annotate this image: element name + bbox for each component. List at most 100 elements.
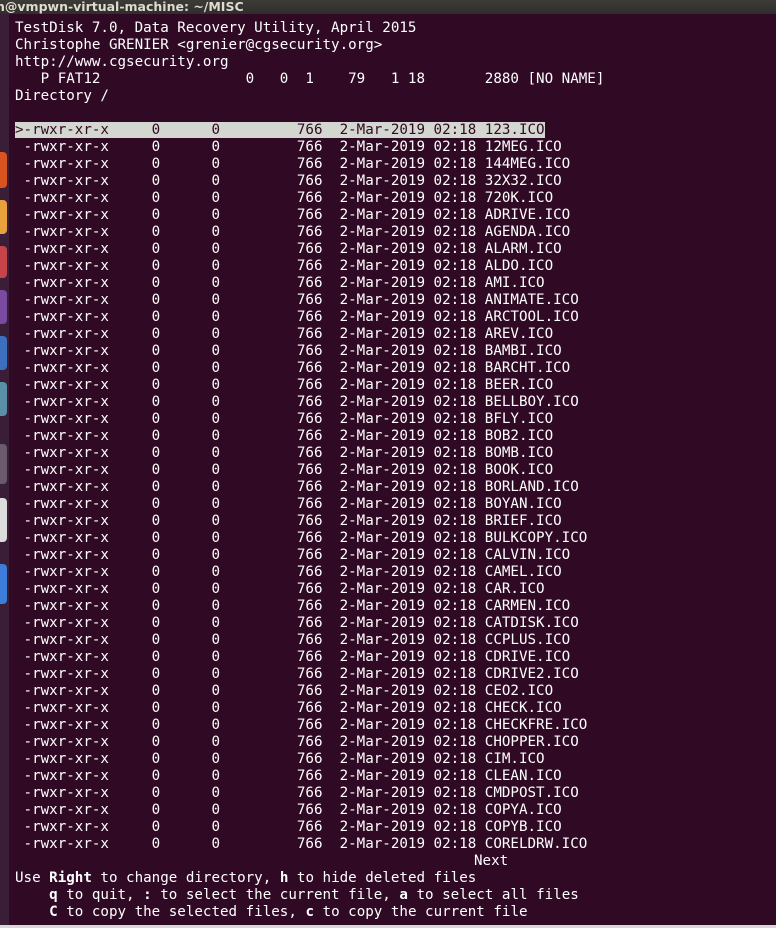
file-entry: -rwxr-xr-x 0 0 766 2-Mar-2019 02:18 ARCT… <box>15 309 579 325</box>
file-entry: -rwxr-xr-x 0 0 766 2-Mar-2019 02:18 BRIE… <box>15 513 562 529</box>
file-row[interactable]: -rwxr-xr-x 0 0 766 2-Mar-2019 02:18 BAMB… <box>15 343 562 360</box>
launcher-app-icon-3[interactable] <box>0 246 7 278</box>
file-entry: -rwxr-xr-x 0 0 766 2-Mar-2019 02:18 CMDP… <box>15 785 579 801</box>
file-row[interactable]: -rwxr-xr-x 0 0 766 2-Mar-2019 02:18 BULK… <box>15 530 588 547</box>
file-row[interactable]: -rwxr-xr-x 0 0 766 2-Mar-2019 02:18 CLEA… <box>15 768 562 785</box>
launcher-app-icon-5[interactable] <box>0 336 7 370</box>
file-entry: -rwxr-xr-x 0 0 766 2-Mar-2019 02:18 AREV… <box>15 326 554 342</box>
file-entry: -rwxr-xr-x 0 0 766 2-Mar-2019 02:18 COPY… <box>15 819 562 835</box>
file-row[interactable]: -rwxr-xr-x 0 0 766 2-Mar-2019 02:18 ALAR… <box>15 241 562 258</box>
file-row[interactable]: -rwxr-xr-x 0 0 766 2-Mar-2019 02:18 CMDP… <box>15 785 579 802</box>
file-row[interactable]: -rwxr-xr-x 0 0 766 2-Mar-2019 02:18 BELL… <box>15 394 579 411</box>
file-row[interactable]: -rwxr-xr-x 0 0 766 2-Mar-2019 02:18 CHOP… <box>15 734 579 751</box>
file-row[interactable]: -rwxr-xr-x 0 0 766 2-Mar-2019 02:18 AGEN… <box>15 224 571 241</box>
file-row[interactable]: -rwxr-xr-x 0 0 766 2-Mar-2019 02:18 COPY… <box>15 802 562 819</box>
file-row[interactable]: -rwxr-xr-x 0 0 766 2-Mar-2019 02:18 BORL… <box>15 479 579 496</box>
shortcut-key: q <box>49 887 58 903</box>
file-entry: -rwxr-xr-x 0 0 766 2-Mar-2019 02:18 12ME… <box>15 139 562 155</box>
file-entry: -rwxr-xr-x 0 0 766 2-Mar-2019 02:18 BULK… <box>15 530 588 546</box>
author-line: Christophe GRENIER <grenier@cgsecurity.o… <box>15 37 383 53</box>
website-line: http://www.cgsecurity.org <box>15 54 229 70</box>
file-row[interactable]: -rwxr-xr-x 0 0 766 2-Mar-2019 02:18 CAME… <box>15 564 562 581</box>
file-row[interactable]: -rwxr-xr-x 0 0 766 2-Mar-2019 02:18 CDRI… <box>15 666 579 683</box>
file-entry: -rwxr-xr-x 0 0 766 2-Mar-2019 02:18 CATD… <box>15 615 579 631</box>
file-entry: -rwxr-xr-x 0 0 766 2-Mar-2019 02:18 144M… <box>15 156 571 172</box>
partition-info: P FAT12 0 0 1 79 1 18 2880 [NO NAME] <box>15 71 605 87</box>
shortcut-key: a <box>399 887 408 903</box>
file-row[interactable]: -rwxr-xr-x 0 0 766 2-Mar-2019 02:18 CDRI… <box>15 649 571 666</box>
file-row[interactable]: >-rwxr-xr-x 0 0 766 2-Mar-2019 02:18 123… <box>15 122 545 139</box>
file-entry: -rwxr-xr-x 0 0 766 2-Mar-2019 02:18 CORE… <box>15 836 588 852</box>
file-row[interactable]: -rwxr-xr-x 0 0 766 2-Mar-2019 02:18 BEER… <box>15 377 554 394</box>
terminal-window[interactable]: TestDisk 7.0, Data Recovery Utility, Apr… <box>9 14 776 925</box>
file-entry: -rwxr-xr-x 0 0 766 2-Mar-2019 02:18 CIM.… <box>15 751 545 767</box>
file-entry: -rwxr-xr-x 0 0 766 2-Mar-2019 02:18 CLEA… <box>15 768 562 784</box>
testdisk-title: TestDisk 7.0, Data Recovery Utility, Apr… <box>15 20 417 36</box>
unity-launcher <box>0 14 9 928</box>
file-entry: -rwxr-xr-x 0 0 766 2-Mar-2019 02:18 BOB2… <box>15 428 554 444</box>
file-entry: -rwxr-xr-x 0 0 766 2-Mar-2019 02:18 CDRI… <box>15 649 571 665</box>
launcher-app-icon-8[interactable] <box>0 564 7 604</box>
file-entry: -rwxr-xr-x 0 0 766 2-Mar-2019 02:18 CEO2… <box>15 683 554 699</box>
file-entry: -rwxr-xr-x 0 0 766 2-Mar-2019 02:18 ADRI… <box>15 207 571 223</box>
file-row[interactable]: -rwxr-xr-x 0 0 766 2-Mar-2019 02:18 BOB2… <box>15 428 554 445</box>
file-entry: -rwxr-xr-x 0 0 766 2-Mar-2019 02:18 ANIM… <box>15 292 579 308</box>
file-row[interactable]: -rwxr-xr-x 0 0 766 2-Mar-2019 02:18 32X3… <box>15 173 562 190</box>
file-entry: -rwxr-xr-x 0 0 766 2-Mar-2019 02:18 CHOP… <box>15 734 579 750</box>
file-row[interactable]: -rwxr-xr-x 0 0 766 2-Mar-2019 02:18 ADRI… <box>15 207 571 224</box>
launcher-app-icon-2[interactable] <box>0 200 7 234</box>
shortcut-key: c <box>305 904 314 920</box>
help-line-3: C to copy the selected files, c to copy … <box>49 904 528 920</box>
file-row[interactable]: -rwxr-xr-x 0 0 766 2-Mar-2019 02:18 CHEC… <box>15 717 588 734</box>
file-entry: -rwxr-xr-x 0 0 766 2-Mar-2019 02:18 BOOK… <box>15 462 554 478</box>
file-row[interactable]: -rwxr-xr-x 0 0 766 2-Mar-2019 02:18 BOMB… <box>15 445 554 462</box>
launcher-app-icon-6[interactable] <box>0 382 7 416</box>
launcher-app-icon-1[interactable] <box>0 152 7 188</box>
file-row[interactable]: -rwxr-xr-x 0 0 766 2-Mar-2019 02:18 CATD… <box>15 615 579 632</box>
shortcut-key: C <box>49 904 58 920</box>
next-page-indicator[interactable]: Next <box>474 853 508 870</box>
window-title: n@vmpwn-virtual-machine: ~/MISC <box>0 0 244 14</box>
file-entry: -rwxr-xr-x 0 0 766 2-Mar-2019 02:18 CALV… <box>15 547 571 563</box>
file-row[interactable]: -rwxr-xr-x 0 0 766 2-Mar-2019 02:18 ALDO… <box>15 258 554 275</box>
file-row[interactable]: -rwxr-xr-x 0 0 766 2-Mar-2019 02:18 144M… <box>15 156 571 173</box>
file-entry: -rwxr-xr-x 0 0 766 2-Mar-2019 02:18 BARC… <box>15 360 571 376</box>
file-entry: -rwxr-xr-x 0 0 766 2-Mar-2019 02:18 720K… <box>15 190 554 206</box>
shortcut-key: : <box>143 887 152 903</box>
file-row[interactable]: -rwxr-xr-x 0 0 766 2-Mar-2019 02:18 CALV… <box>15 547 571 564</box>
file-row[interactable]: -rwxr-xr-x 0 0 766 2-Mar-2019 02:18 CAR.… <box>15 581 545 598</box>
file-row[interactable]: -rwxr-xr-x 0 0 766 2-Mar-2019 02:18 CEO2… <box>15 683 554 700</box>
launcher-active-terminal-icon[interactable] <box>0 498 7 542</box>
launcher-app-icon-4[interactable] <box>0 290 7 324</box>
window-titlebar[interactable]: n@vmpwn-virtual-machine: ~/MISC <box>0 0 776 14</box>
file-entry: -rwxr-xr-x 0 0 766 2-Mar-2019 02:18 CHEC… <box>15 700 562 716</box>
file-row[interactable]: -rwxr-xr-x 0 0 766 2-Mar-2019 02:18 CHEC… <box>15 700 562 717</box>
file-row[interactable]: -rwxr-xr-x 0 0 766 2-Mar-2019 02:18 BOOK… <box>15 462 554 479</box>
file-row[interactable]: -rwxr-xr-x 0 0 766 2-Mar-2019 02:18 AREV… <box>15 326 554 343</box>
file-row[interactable]: -rwxr-xr-x 0 0 766 2-Mar-2019 02:18 BRIE… <box>15 513 562 530</box>
file-row[interactable]: -rwxr-xr-x 0 0 766 2-Mar-2019 02:18 12ME… <box>15 139 562 156</box>
file-row[interactable]: -rwxr-xr-x 0 0 766 2-Mar-2019 02:18 AMI.… <box>15 275 545 292</box>
help-line-2: q to quit, : to select the current file,… <box>49 887 579 903</box>
file-entry: -rwxr-xr-x 0 0 766 2-Mar-2019 02:18 CDRI… <box>15 666 579 682</box>
file-row[interactable]: -rwxr-xr-x 0 0 766 2-Mar-2019 02:18 CORE… <box>15 836 588 853</box>
file-entry: -rwxr-xr-x 0 0 766 2-Mar-2019 02:18 BELL… <box>15 394 579 410</box>
file-entry: -rwxr-xr-x 0 0 766 2-Mar-2019 02:18 CCPL… <box>15 632 571 648</box>
file-entry: -rwxr-xr-x 0 0 766 2-Mar-2019 02:18 ALAR… <box>15 241 562 257</box>
launcher-app-icon-7[interactable] <box>0 444 7 484</box>
file-row[interactable]: -rwxr-xr-x 0 0 766 2-Mar-2019 02:18 COPY… <box>15 819 562 836</box>
file-row[interactable]: -rwxr-xr-x 0 0 766 2-Mar-2019 02:18 720K… <box>15 190 554 207</box>
file-row[interactable]: -rwxr-xr-x 0 0 766 2-Mar-2019 02:18 CIM.… <box>15 751 545 768</box>
file-entry: -rwxr-xr-x 0 0 766 2-Mar-2019 02:18 BOYA… <box>15 496 562 512</box>
file-entry: -rwxr-xr-x 0 0 766 2-Mar-2019 02:18 BEER… <box>15 377 554 393</box>
file-row[interactable]: -rwxr-xr-x 0 0 766 2-Mar-2019 02:18 BOYA… <box>15 496 562 513</box>
file-row[interactable]: -rwxr-xr-x 0 0 766 2-Mar-2019 02:18 BFLY… <box>15 411 554 428</box>
file-row[interactable]: -rwxr-xr-x 0 0 766 2-Mar-2019 02:18 ANIM… <box>15 292 579 309</box>
file-entry: -rwxr-xr-x 0 0 766 2-Mar-2019 02:18 CAR.… <box>15 581 545 597</box>
file-row[interactable]: -rwxr-xr-x 0 0 766 2-Mar-2019 02:18 CCPL… <box>15 632 571 649</box>
selected-file-entry: >-rwxr-xr-x 0 0 766 2-Mar-2019 02:18 123… <box>15 122 545 138</box>
file-entry: -rwxr-xr-x 0 0 766 2-Mar-2019 02:18 CARM… <box>15 598 571 614</box>
file-row[interactable]: -rwxr-xr-x 0 0 766 2-Mar-2019 02:18 CARM… <box>15 598 571 615</box>
file-row[interactable]: -rwxr-xr-x 0 0 766 2-Mar-2019 02:18 ARCT… <box>15 309 579 326</box>
file-row[interactable]: -rwxr-xr-x 0 0 766 2-Mar-2019 02:18 BARC… <box>15 360 571 377</box>
